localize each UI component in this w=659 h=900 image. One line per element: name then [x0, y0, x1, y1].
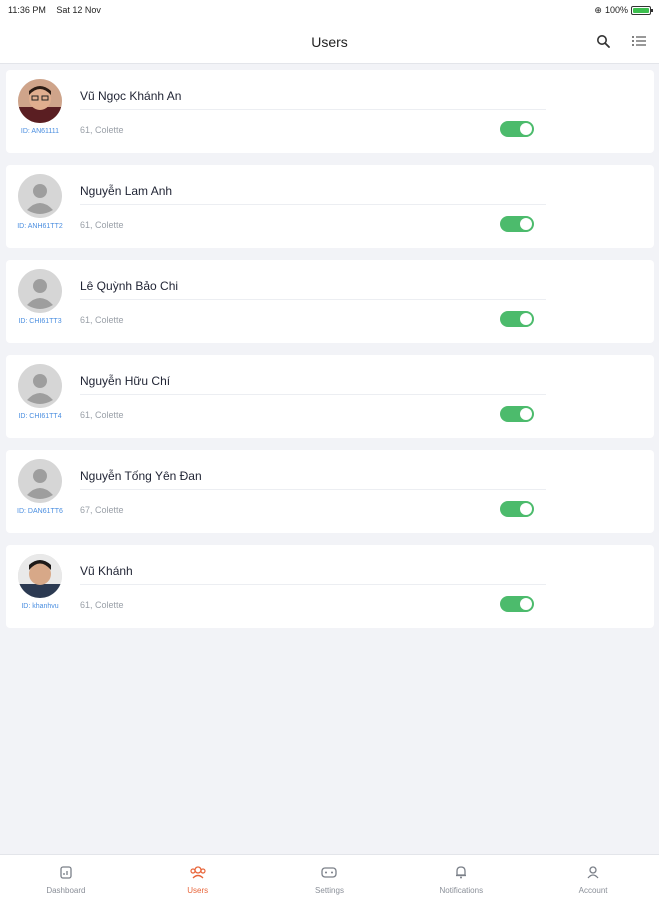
- tab-settings[interactable]: Settings: [264, 855, 396, 900]
- avatar-block: ID: CHI61TT4: [14, 364, 66, 420]
- tab-label: Settings: [315, 886, 344, 895]
- user-subtitle: 67, Colette: [80, 505, 124, 515]
- divider: [80, 394, 546, 395]
- user-id[interactable]: ID: CHI61TT4: [14, 413, 66, 420]
- active-toggle[interactable]: [500, 121, 534, 137]
- user-id[interactable]: ID: CHI61TT3: [14, 318, 66, 325]
- avatar: [18, 554, 62, 598]
- tab-label: Dashboard: [46, 886, 86, 895]
- status-left: 11:36 PM Sat 12 Nov: [8, 5, 109, 15]
- active-toggle[interactable]: [500, 406, 534, 422]
- avatar-block: ID: CHI61TT3: [14, 269, 66, 325]
- user-subtitle: 61, Colette: [80, 600, 124, 610]
- battery-icon: [631, 5, 653, 15]
- page-title: Users: [311, 33, 348, 50]
- active-toggle[interactable]: [500, 311, 534, 327]
- avatar-block: ID: khanhvu: [14, 554, 66, 610]
- tab-label: Notifications: [439, 886, 484, 895]
- avatar: [18, 79, 62, 123]
- user-card[interactable]: ID: khanhvu Vũ Khánh 61, Colette: [6, 545, 654, 628]
- avatar-block: ID: DAN61TT6: [14, 459, 66, 515]
- status-date: Sat 12 Nov: [56, 5, 101, 15]
- toggle-knob: [520, 408, 532, 420]
- settings-icon: [320, 863, 338, 881]
- account-icon: [584, 863, 602, 881]
- navigation-bar: Users: [0, 20, 659, 64]
- user-card[interactable]: ID: ANH61TT2 Nguyễn Lam Anh 61, Colette: [6, 165, 654, 248]
- divider: [80, 584, 546, 585]
- divider: [80, 204, 546, 205]
- tab-bar: Dashboard Users Settings Notifications Accou…: [0, 854, 659, 900]
- dashboard-icon: [57, 863, 75, 881]
- user-name: Nguyễn Lam Anh: [80, 184, 173, 198]
- user-card[interactable]: ID: CHI61TT3 Lê Quỳnh Bảo Chi 61, Colette: [6, 260, 654, 343]
- active-toggle[interactable]: [500, 501, 534, 517]
- battery-percent: 100%: [604, 5, 628, 15]
- user-id[interactable]: ID: DAN61TT6: [14, 508, 66, 515]
- user-id[interactable]: ID: khanhvu: [14, 603, 66, 610]
- divider: [80, 489, 546, 490]
- tab-label: Users: [187, 886, 209, 895]
- divider: [80, 109, 546, 110]
- active-toggle[interactable]: [500, 216, 534, 232]
- search-icon[interactable]: [593, 31, 613, 51]
- avatar-block: ID: AN61111: [14, 79, 66, 135]
- users-icon: [189, 863, 207, 881]
- user-subtitle: 61, Colette: [80, 125, 124, 135]
- user-card[interactable]: ID: DAN61TT6 Nguyễn Tống Yên Đan 67, Colet…: [6, 450, 654, 533]
- user-name: Vũ Khánh: [80, 564, 133, 578]
- active-toggle[interactable]: [500, 596, 534, 612]
- status-right: ⊕ 100%: [594, 4, 653, 16]
- toggle-knob: [520, 598, 532, 610]
- tab-users[interactable]: Users: [132, 855, 264, 900]
- avatar: [18, 459, 62, 503]
- user-subtitle: 61, Colette: [80, 315, 124, 325]
- list-icon[interactable]: [629, 31, 649, 51]
- toggle-knob: [520, 218, 532, 230]
- user-name: Nguyễn Tống Yên Đan: [80, 469, 202, 483]
- tab-label: Account: [578, 886, 608, 895]
- avatar: [18, 174, 62, 218]
- user-name: Vũ Ngọc Khánh An: [80, 89, 182, 103]
- user-id[interactable]: ID: ANH61TT2: [14, 223, 66, 230]
- user-subtitle: 61, Colette: [80, 410, 124, 420]
- divider: [80, 299, 546, 300]
- avatar-block: ID: ANH61TT2: [14, 174, 66, 230]
- user-card[interactable]: ID: AN61111 Vũ Ngọc Khánh An 61, Colette: [6, 70, 654, 153]
- toggle-knob: [520, 313, 532, 325]
- bell-icon: [452, 863, 470, 881]
- user-id[interactable]: ID: AN61111: [14, 128, 66, 135]
- user-name: Lê Quỳnh Bảo Chi: [80, 279, 179, 293]
- tab-account[interactable]: Account: [527, 855, 659, 900]
- avatar: [18, 269, 62, 313]
- toggle-knob: [520, 123, 532, 135]
- user-list: ID: AN61111 Vũ Ngọc Khánh An 61, Colette ID…: [6, 70, 654, 640]
- toggle-knob: [520, 503, 532, 515]
- status-time: 11:36 PM: [8, 5, 46, 15]
- user-card[interactable]: ID: CHI61TT4 Nguyễn Hữu Chí 61, Colette: [6, 355, 654, 438]
- avatar: [18, 364, 62, 408]
- tab-dashboard[interactable]: Dashboard: [0, 855, 132, 900]
- user-subtitle: 61, Colette: [80, 220, 124, 230]
- user-name: Nguyễn Hữu Chí: [80, 374, 171, 388]
- tab-notifications[interactable]: Notifications: [395, 855, 527, 900]
- signal-icon: ⊕: [594, 4, 602, 15]
- status-bar: 11:36 PM Sat 12 Nov ⊕ 100%: [0, 0, 659, 20]
